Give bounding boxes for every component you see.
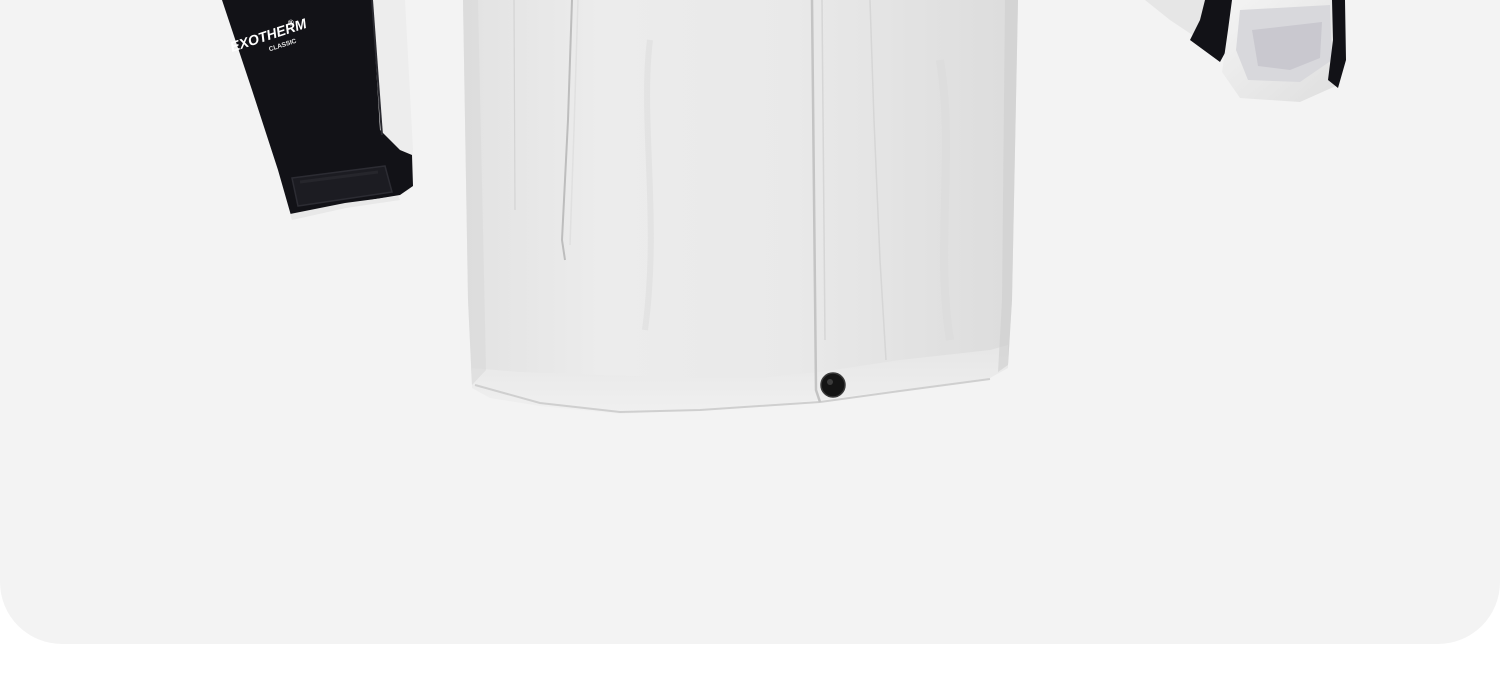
snap-button: [820, 372, 846, 398]
right-sleeve: [1145, 0, 1346, 102]
jacket-photo: EXOTHERM ® CLASSIC: [222, 0, 1346, 414]
product-image-card: EXOTHERM ® CLASSIC: [0, 0, 1500, 644]
jacket-body: [463, 0, 1018, 414]
